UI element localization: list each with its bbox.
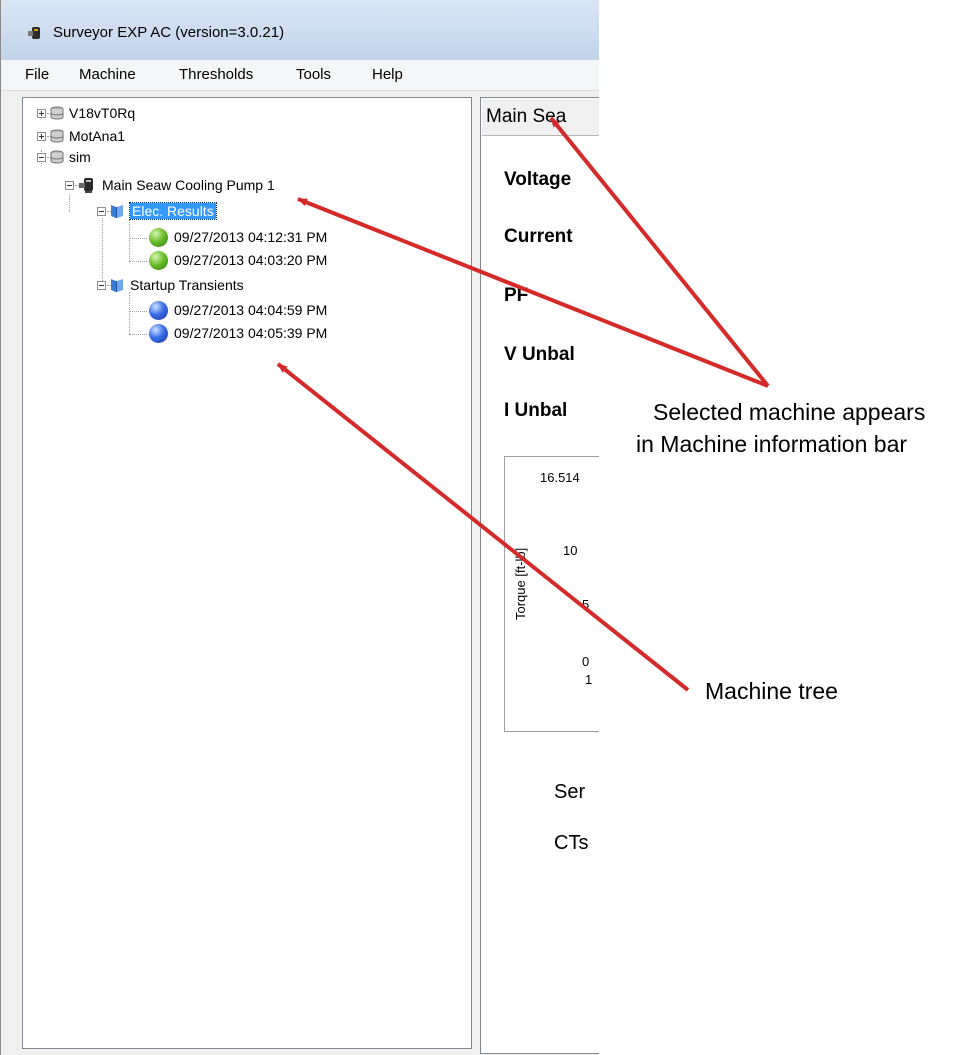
- arrow-to-selected-machine: [297, 197, 769, 388]
- annotation-arrows: [276, 116, 770, 692]
- arrow-to-machine-tree: [276, 362, 690, 692]
- arrow-to-info-bar: [549, 116, 770, 388]
